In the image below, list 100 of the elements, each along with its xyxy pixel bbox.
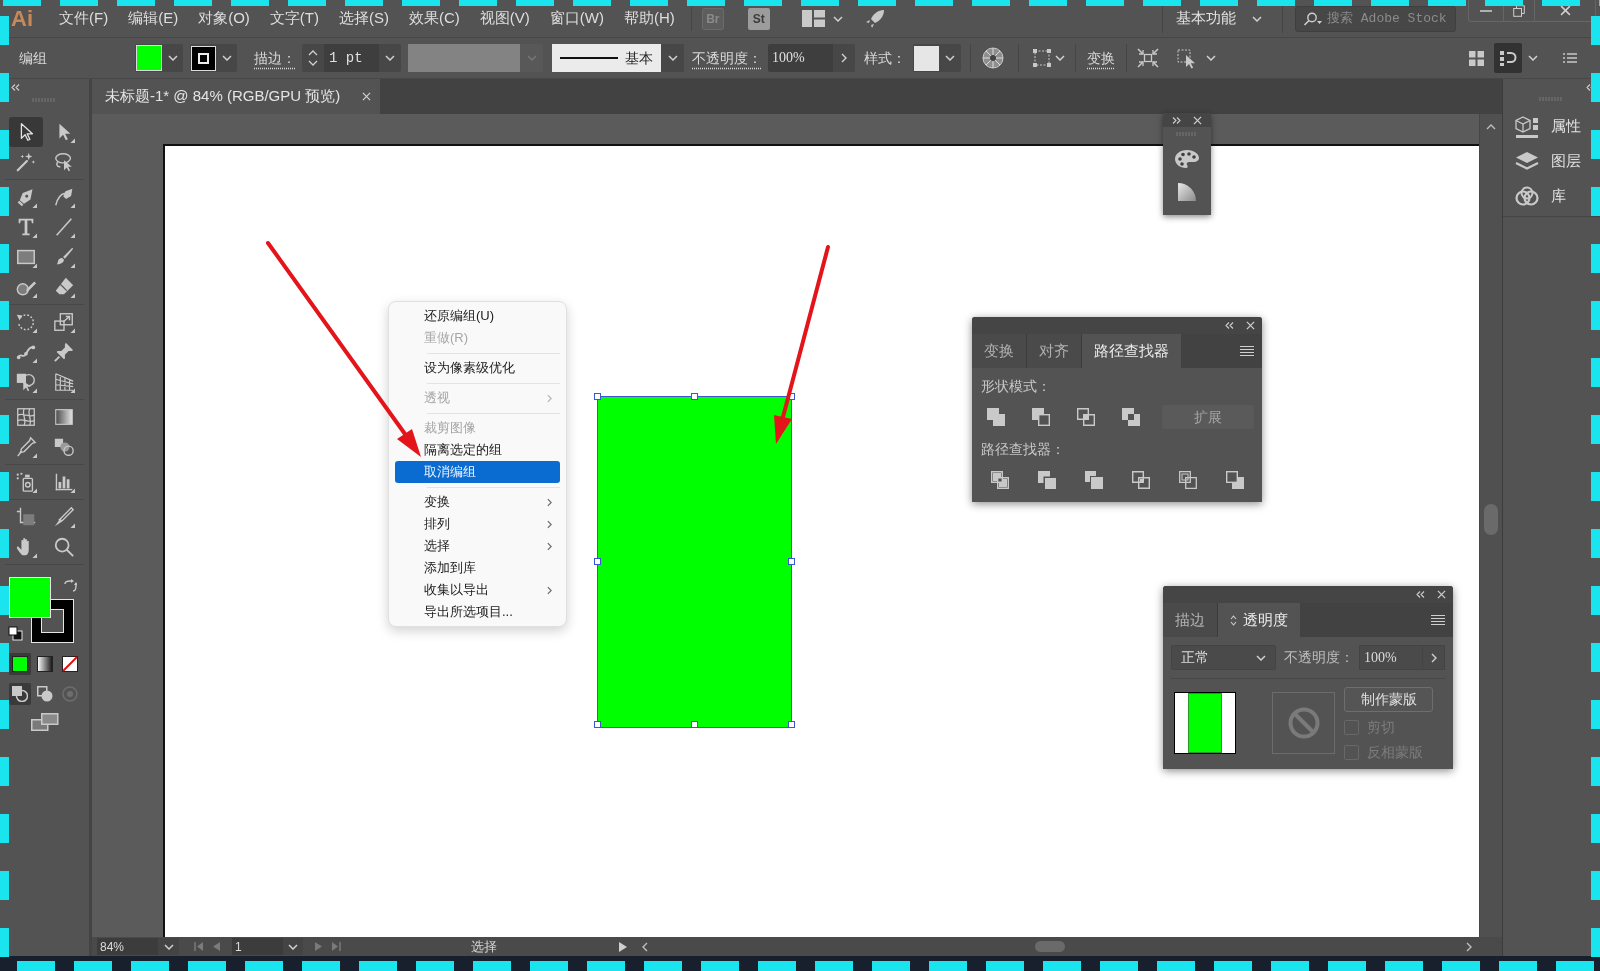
- back-removed-squares-icon[interactable]: [1225, 470, 1245, 490]
- double-chevron-left-icon[interactable]: [11, 84, 20, 91]
- selection-handle[interactable]: [594, 721, 601, 728]
- stroke-weight-input[interactable]: 1 pt: [324, 44, 379, 72]
- view-toggle-button[interactable]: [1494, 43, 1522, 73]
- zoom-dropdown-button[interactable]: [158, 938, 179, 955]
- stock-button[interactable]: St: [747, 7, 770, 30]
- scrollbar-thumb[interactable]: [1484, 504, 1498, 535]
- default-colors-icon[interactable]: [8, 626, 23, 641]
- menu-item[interactable]: 效果(C): [399, 5, 470, 32]
- menu-item[interactable]: 文字(T): [259, 5, 329, 32]
- blend-mode-dropdown[interactable]: 正常: [1171, 645, 1276, 670]
- scroll-right-icon[interactable]: [1466, 941, 1472, 952]
- rocket-icon[interactable]: [864, 8, 885, 29]
- stroke-style-dropdown[interactable]: 基本: [552, 44, 684, 72]
- menu-item[interactable]: 窗口(W): [539, 5, 614, 32]
- context-menu-item[interactable]: 变换: [395, 491, 560, 513]
- dotted-frame-icon[interactable]: [1032, 48, 1052, 68]
- document-tab[interactable]: 未标题-1* @ 84% (RGB/GPU 预览): [92, 79, 380, 114]
- selection-handle[interactable]: [788, 558, 795, 565]
- search-field[interactable]: 搜索 Adobe Stock: [1295, 5, 1456, 32]
- divided-squares-icon[interactable]: [990, 470, 1010, 490]
- joined-squares-icon[interactable]: [1084, 470, 1104, 490]
- dock-panel-button[interactable]: 属性: [1503, 109, 1600, 144]
- window-layout-icon[interactable]: [801, 10, 825, 27]
- isolate-arrows-icon[interactable]: [1137, 48, 1159, 68]
- context-menu-item[interactable]: 收集以导出: [395, 579, 560, 601]
- selection-handle[interactable]: [594, 558, 601, 565]
- graphic-style-dropdown[interactable]: [913, 44, 961, 72]
- opacity-input[interactable]: 100%: [1359, 645, 1423, 670]
- color-wheel-icon[interactable]: [982, 47, 1004, 69]
- workspace-dropdown[interactable]: 基本功能: [1176, 7, 1262, 30]
- panel-tab[interactable]: 透明度: [1218, 603, 1300, 637]
- context-menu-item[interactable]: 取消编组: [395, 461, 560, 483]
- context-menu-item[interactable]: 设为像素级优化: [395, 357, 560, 379]
- context-menu-item[interactable]: 排列: [395, 513, 560, 535]
- screen-mode-icon[interactable]: [30, 713, 59, 731]
- menu-item[interactable]: 对象(O): [188, 5, 260, 32]
- context-menu-item[interactable]: 选择: [395, 535, 560, 557]
- overlap-filled-squares-icon[interactable]: [1076, 407, 1096, 427]
- minimize-button[interactable]: [1468, 0, 1504, 22]
- selection-handle[interactable]: [691, 721, 698, 728]
- scroll-up-icon[interactable]: [1486, 124, 1496, 130]
- opacity-slider-button[interactable]: [1423, 645, 1445, 670]
- color-mode-button[interactable]: [9, 653, 31, 675]
- front-outlined-squares-icon[interactable]: [1031, 407, 1051, 427]
- menu-item[interactable]: 编辑(E): [118, 5, 189, 32]
- swap-arrows-icon[interactable]: [63, 579, 77, 593]
- close-icon[interactable]: [362, 92, 371, 101]
- draw-mode-button[interactable]: [9, 683, 31, 705]
- dock-panel-button[interactable]: 库: [1503, 179, 1600, 214]
- menu-icon[interactable]: [1240, 346, 1254, 356]
- opacity-label[interactable]: 不透明度：: [692, 47, 762, 69]
- close-icon[interactable]: [1559, 5, 1571, 16]
- stroke-label[interactable]: 描边：: [254, 47, 296, 69]
- scroll-left-icon[interactable]: [642, 941, 648, 952]
- stroke-weight-stepper[interactable]: [302, 44, 324, 72]
- artboard-dropdown-button[interactable]: [283, 938, 303, 955]
- double-chevron-left-icon[interactable]: [1416, 591, 1425, 598]
- merged-squares-icon[interactable]: [986, 407, 1006, 427]
- artboard-number-input[interactable]: 1: [232, 938, 283, 955]
- dock-panel-button[interactable]: 图层: [1503, 144, 1600, 179]
- close-icon[interactable]: [1193, 115, 1202, 125]
- restore-button[interactable]: [1504, 0, 1535, 22]
- fill-color-dropdown[interactable]: [135, 44, 183, 72]
- stroke-color-dropdown[interactable]: [190, 44, 237, 72]
- stroke-weight-dropdown[interactable]: [379, 44, 401, 72]
- scrollbar-thumb[interactable]: [1035, 941, 1065, 952]
- context-menu-item[interactable]: 还原编组(U): [395, 305, 560, 327]
- outlined-squares-icon[interactable]: [1178, 470, 1198, 490]
- fill-swatch[interactable]: [9, 577, 51, 618]
- menu-item[interactable]: 文件(F): [49, 5, 119, 32]
- zoom-level-input[interactable]: 84%: [97, 938, 158, 955]
- context-menu-item[interactable]: 添加到库: [395, 557, 560, 579]
- menu-item[interactable]: 选择(S): [329, 5, 399, 32]
- menu-icon[interactable]: [1431, 615, 1445, 625]
- selection-tool-button[interactable]: [9, 117, 43, 147]
- selection-handle[interactable]: [691, 393, 698, 400]
- opacity-slider-button[interactable]: [833, 44, 855, 72]
- panel-tab[interactable]: 变换: [972, 334, 1027, 368]
- make-mask-button[interactable]: 制作蒙版: [1344, 687, 1433, 712]
- menu-item[interactable]: 视图(V): [469, 5, 540, 32]
- context-menu-item[interactable]: 导出所选项目...: [395, 601, 560, 623]
- selection-handle[interactable]: [788, 721, 795, 728]
- panel-tab[interactable]: 路径查找器: [1082, 334, 1181, 368]
- color-mode-button[interactable]: [59, 653, 81, 675]
- quarter-fan-icon[interactable]: [1177, 182, 1197, 202]
- close-button[interactable]: [1535, 0, 1596, 22]
- close-icon[interactable]: [1246, 321, 1255, 330]
- selection-handle[interactable]: [594, 393, 601, 400]
- list-icon[interactable]: [1563, 53, 1577, 63]
- palette-icon[interactable]: [1174, 149, 1200, 169]
- panel-tab[interactable]: 描边: [1163, 603, 1218, 637]
- double-chevron-left-icon[interactable]: [1225, 322, 1234, 329]
- panel-tab[interactable]: 对齐: [1027, 334, 1082, 368]
- close-icon[interactable]: [1437, 590, 1446, 599]
- color-mode-button[interactable]: [34, 653, 56, 675]
- menu-item[interactable]: 帮助(H): [613, 5, 685, 32]
- cropped-squares-icon[interactable]: [1131, 470, 1151, 490]
- selection-handle[interactable]: [788, 393, 795, 400]
